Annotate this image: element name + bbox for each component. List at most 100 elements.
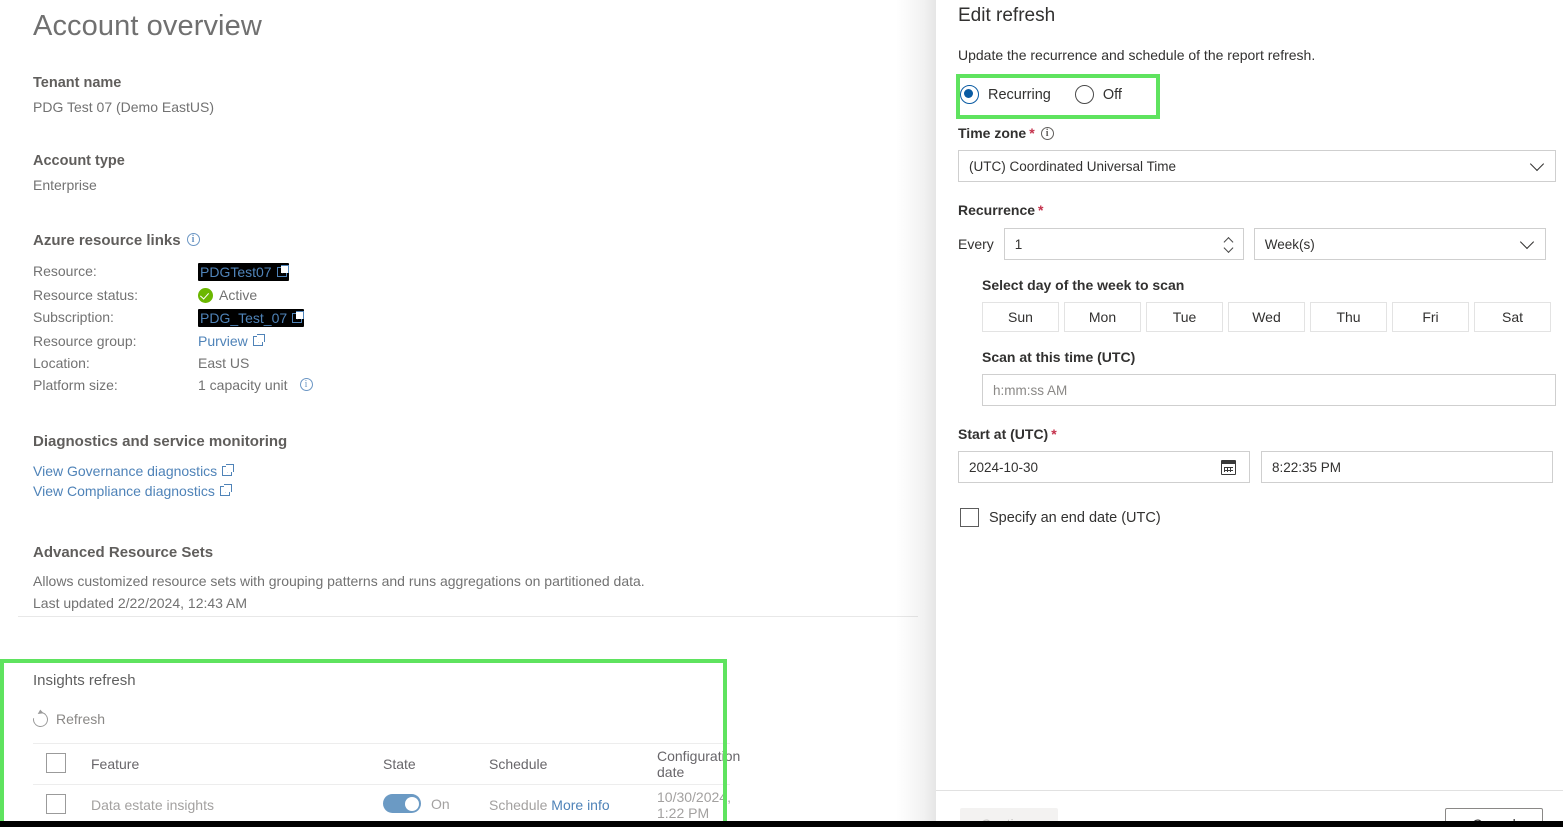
- advanced-resource-sets-last-updated: Last updated 2/22/2024, 12:43 AM: [33, 595, 248, 611]
- start-at-controls-row: 2024-10-30 8:22:35 PM: [958, 451, 1556, 483]
- resource-link-key: Subscription:: [33, 309, 114, 325]
- recurrence-label-text: Recurrence: [958, 202, 1036, 218]
- start-date-input[interactable]: 2024-10-30: [958, 451, 1250, 483]
- external-link-icon: [276, 264, 289, 277]
- info-icon[interactable]: [186, 232, 200, 247]
- day-button-wed[interactable]: Wed: [1228, 302, 1305, 332]
- account-type-value: Enterprise: [33, 177, 97, 193]
- tenant-name-value: PDG Test 07 (Demo EastUS): [33, 99, 215, 115]
- stepper-up-icon[interactable]: [1225, 238, 1234, 243]
- day-button-sun[interactable]: Sun: [982, 302, 1059, 332]
- resource-link-value[interactable]: PDGTest07: [198, 263, 313, 281]
- start-time-input[interactable]: 8:22:35 PM: [1261, 451, 1553, 483]
- account-overview-pane: Account overview Tenant name PDG Test 07…: [0, 0, 936, 827]
- row-checkbox[interactable]: [46, 793, 66, 814]
- info-icon[interactable]: [1040, 126, 1054, 141]
- select-all-checkbox[interactable]: [46, 752, 66, 773]
- diagnostics-heading: Diagnostics and service monitoring: [33, 433, 288, 450]
- cell-schedule: Schedule More info: [489, 797, 657, 813]
- calendar-icon[interactable]: [1221, 460, 1236, 475]
- radio-recurring-indicator[interactable]: [960, 85, 979, 104]
- toggle-track[interactable]: [383, 794, 421, 813]
- view-governance-diagnostics-link[interactable]: View Governance diagnostics: [33, 463, 287, 479]
- edit-refresh-panel: Edit refresh Update the recurrence and s…: [936, 0, 1563, 827]
- day-button-tue[interactable]: Tue: [1146, 302, 1223, 332]
- insights-refresh-section: Insights refresh Refresh Feature State S…: [30, 672, 913, 825]
- day-of-week-picker: Select day of the week to scan Sun Mon Tue…: [982, 277, 1551, 332]
- refresh-icon: [30, 708, 51, 730]
- resource-hyperlink[interactable]: Purview: [198, 333, 248, 349]
- resource-link-value: Active: [198, 287, 313, 303]
- chevron-down-icon: [1529, 156, 1545, 172]
- azure-resource-links-heading: Azure resource links: [33, 232, 313, 249]
- time-zone-label-text: Time zone: [958, 125, 1027, 141]
- resource-value-text: 1 capacity unit: [198, 377, 288, 393]
- refresh-button[interactable]: Refresh: [30, 708, 106, 730]
- resource-link-value[interactable]: Purview: [198, 333, 313, 349]
- time-zone-dropdown[interactable]: (UTC) Coordinated Universal Time: [958, 150, 1556, 182]
- redacted-value: PDGTest07: [198, 263, 289, 281]
- advanced-resource-sets-heading: Advanced Resource Sets: [33, 544, 214, 561]
- refresh-mode-radio-group: Recurring Off: [960, 85, 1122, 104]
- number-stepper[interactable]: [1225, 238, 1234, 251]
- time-zone-label: Time zone *: [958, 125, 1556, 141]
- refresh-button-label: Refresh: [56, 711, 106, 727]
- toggle-state-label: On: [431, 795, 450, 812]
- radio-off-label: Off: [1102, 86, 1122, 103]
- panel-footer-divider: [936, 790, 1563, 791]
- state-toggle[interactable]: On: [383, 794, 450, 813]
- recurrence-unit-dropdown[interactable]: Week(s): [1253, 228, 1546, 260]
- diagnostics-section: Diagnostics and service monitoring View …: [33, 433, 287, 503]
- stepper-down-icon[interactable]: [1225, 246, 1234, 251]
- resource-hyperlink[interactable]: PDG_Test_07: [200, 310, 287, 326]
- day-button-sat[interactable]: Sat: [1474, 302, 1551, 332]
- resource-link-key: Location:: [33, 355, 90, 371]
- cell-state: On: [383, 794, 489, 816]
- time-zone-value: (UTC) Coordinated Universal Time: [969, 158, 1177, 174]
- column-header-schedule: Schedule: [489, 756, 548, 772]
- schedule-more-info-link[interactable]: More info: [551, 797, 609, 813]
- start-at-label: Start at (UTC) *: [958, 426, 1556, 442]
- azure-resource-links-grid: Resource: PDGTest07 Resource status: Active…: [33, 263, 313, 393]
- resource-link-value[interactable]: PDG_Test_07: [198, 309, 313, 327]
- every-label: Every: [958, 236, 994, 252]
- radio-off-indicator[interactable]: [1074, 85, 1094, 104]
- cell-configuration-date: 10/30/2024, 1:22 PM: [657, 789, 731, 821]
- app-screenshot: Account overview Tenant name PDG Test 07…: [0, 0, 1563, 827]
- radio-off[interactable]: Off: [1074, 85, 1122, 104]
- view-compliance-diagnostics-label: View Compliance diagnostics: [33, 483, 215, 499]
- specify-end-date-checkbox[interactable]: [960, 508, 979, 527]
- bottom-edge-band: [0, 821, 1563, 827]
- azure-resource-links-section: Azure resource links Resource:PDGTest07R…: [33, 232, 313, 393]
- day-button-fri[interactable]: Fri: [1392, 302, 1469, 332]
- row-checkbox-cell: [33, 793, 91, 817]
- column-header-feature: Feature: [91, 756, 140, 772]
- tenant-name-label: Tenant name: [33, 75, 122, 91]
- schedule-text: Schedule: [489, 797, 552, 813]
- day-button-mon[interactable]: Mon: [1064, 302, 1141, 332]
- insights-refresh-heading: Insights refresh: [33, 672, 136, 689]
- resource-link-key: Resource status:: [33, 287, 139, 303]
- start-at-label-text: Start at (UTC): [958, 426, 1049, 442]
- advanced-resource-sets-description: Allows customized resource sets with gro…: [33, 573, 645, 589]
- day-button-thu[interactable]: Thu: [1310, 302, 1387, 332]
- cell-feature: Data estate insights: [91, 797, 214, 813]
- resource-hyperlink[interactable]: PDGTest07: [200, 264, 272, 280]
- radio-recurring[interactable]: Recurring: [960, 85, 1051, 104]
- recurrence-controls-row: Every 1 Week(s): [958, 228, 1556, 260]
- table-row[interactable]: Data estate insights On Schedule More in…: [33, 784, 731, 825]
- start-time-value: 8:22:35 PM: [1272, 459, 1342, 475]
- specify-end-date-checkbox-row[interactable]: Specify an end date (UTC): [960, 508, 1161, 527]
- scan-time-label: Scan at this time (UTC): [982, 349, 1136, 365]
- radio-recurring-label: Recurring: [988, 86, 1051, 103]
- day-picker-label: Select day of the week to scan: [982, 277, 1185, 293]
- scan-time-input[interactable]: h:mm:ss AM: [982, 374, 1556, 406]
- info-icon[interactable]: [299, 377, 313, 392]
- every-number-input[interactable]: 1: [1003, 228, 1244, 260]
- day-buttons-row: Sun Mon Tue Wed Thu Fri Sat: [982, 302, 1551, 332]
- resource-link-key: Resource group:: [33, 333, 137, 349]
- toggle-knob: [404, 796, 419, 811]
- recurrence-unit-value: Week(s): [1264, 236, 1315, 252]
- azure-resource-links-heading-text: Azure resource links: [33, 232, 181, 249]
- view-compliance-diagnostics-link[interactable]: View Compliance diagnostics: [33, 483, 287, 499]
